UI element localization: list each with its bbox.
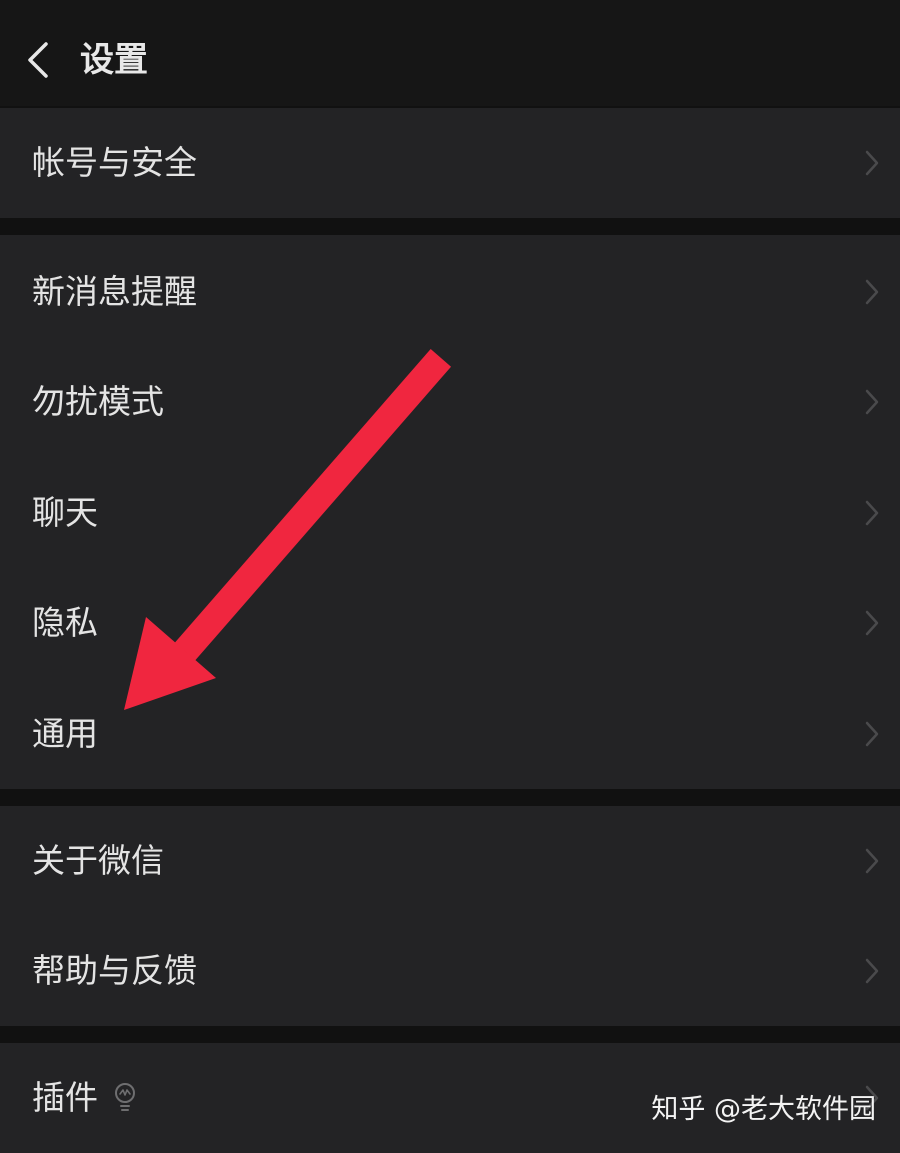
settings-item-label: 通用 — [32, 714, 98, 753]
settings-item-label: 勿扰模式 — [32, 382, 164, 421]
settings-group-main: 新消息提醒 勿扰模式 聊天 隐私 通用 — [0, 235, 900, 789]
settings-item-label: 帐号与安全 — [32, 143, 197, 182]
settings-item-account-security[interactable]: 帐号与安全 — [0, 108, 900, 218]
settings-item-about-wechat[interactable]: 关于微信 — [0, 806, 900, 916]
settings-item-label: 插件 — [32, 1078, 98, 1117]
settings-item-chat[interactable]: 聊天 — [0, 458, 900, 568]
settings-item-label: 隐私 — [32, 603, 98, 642]
chevron-left-icon — [28, 42, 48, 78]
back-button[interactable] — [16, 36, 60, 84]
chevron-right-icon — [865, 389, 879, 415]
nav-bar: 设置 — [0, 0, 900, 106]
settings-item-new-message-notify[interactable]: 新消息提醒 — [0, 237, 900, 347]
settings-item-do-not-disturb[interactable]: 勿扰模式 — [0, 347, 900, 457]
chevron-right-icon — [865, 958, 879, 984]
page-title: 设置 — [80, 40, 148, 80]
settings-item-privacy[interactable]: 隐私 — [0, 568, 900, 678]
settings-item-label: 帮助与反馈 — [32, 951, 197, 990]
chevron-right-icon — [865, 279, 879, 305]
settings-screen: 设置 帐号与安全 新消息提醒 勿扰模式 聊天 隐私 通用 关于微信 帮助与反馈 … — [0, 0, 900, 1153]
lightbulb-icon — [115, 1083, 135, 1111]
chevron-right-icon — [865, 848, 879, 874]
chevron-right-icon — [865, 610, 879, 636]
chevron-right-icon — [865, 150, 879, 176]
settings-item-general[interactable]: 通用 — [0, 679, 900, 789]
settings-item-label: 聊天 — [32, 493, 98, 532]
chevron-right-icon — [865, 500, 879, 526]
settings-group-account: 帐号与安全 — [0, 108, 900, 218]
watermark: 知乎 @老大软件园 — [651, 1094, 876, 1125]
chevron-right-icon — [865, 721, 879, 747]
settings-item-help-feedback[interactable]: 帮助与反馈 — [0, 916, 900, 1026]
settings-item-label: 关于微信 — [32, 841, 164, 880]
settings-item-label: 新消息提醒 — [32, 272, 197, 311]
settings-group-about: 关于微信 帮助与反馈 — [0, 806, 900, 1026]
